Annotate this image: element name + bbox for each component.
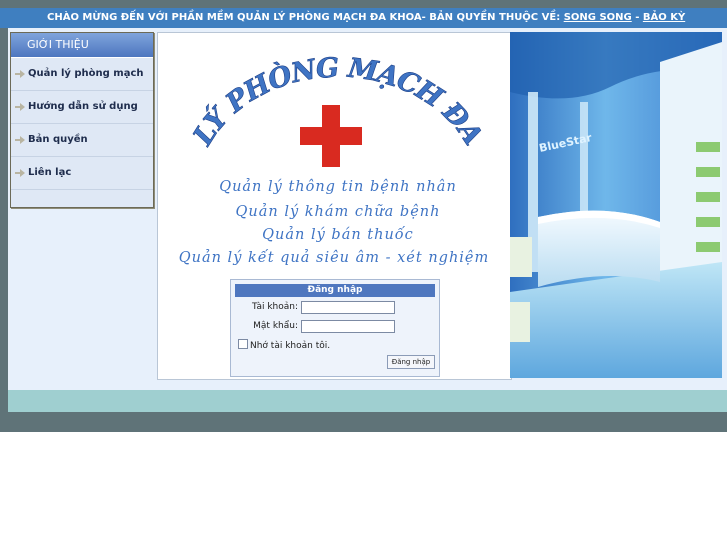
teal-strip [8,390,727,412]
arrow-right-icon [15,136,25,144]
top-border [0,0,727,8]
red-cross-icon [300,105,362,167]
link-separator: - [631,12,643,23]
banner-line-2: Quản lý khám chữa bệnh [236,203,441,220]
login-form: Đăng nhập Tài khoản: Mật khẩu: Nhớ tài k… [230,279,440,377]
sidebar-title: GIỚI THIỆU [11,33,153,58]
footer-bar [0,412,727,432]
sidebar-item-label: Quản lý phòng mạch [28,68,144,79]
arrow-right-icon [15,169,25,177]
clinic-photo: BlueStar [510,32,722,378]
banner-line-1: Quản lý thông tin bệnh nhân [219,178,457,195]
header-bar: CHÀO MỪNG ĐẾN VỚI PHẦN MỀM QUẢN LÝ PHÒNG… [0,8,727,28]
login-button[interactable]: Đăng nhập [387,355,435,369]
song-song-link[interactable]: SONG SONG [564,12,632,23]
checkbox-icon [238,339,248,349]
sidebar-item-label: Hướng dẫn sử dụng [28,101,138,112]
welcome-message: CHÀO MỪNG ĐẾN VỚI PHẦN MỀM QUẢN LÝ PHÒNG… [47,8,685,28]
bao-ky-link[interactable]: BẢO KỲ [643,12,685,23]
left-frame [0,28,8,432]
welcome-text: CHÀO MỪNG ĐẾN VỚI PHẦN MỀM QUẢN LÝ PHÒNG… [47,12,561,23]
sidebar-menu: GIỚI THIỆU Quản lý phòng mạch Hướng dẫn … [10,32,154,208]
banner-line-4: Quản lý kết quả siêu âm - xét nghiệm [179,249,490,266]
sidebar-item-ban-quyen[interactable]: Bản quyền [11,124,153,157]
password-label: Mật khẩu: [253,321,298,331]
reception-image: BlueStar [510,32,722,378]
sidebar-item-label: Liên lạc [28,167,72,178]
sidebar-item-quan-ly-phong-mach[interactable]: Quản lý phòng mạch [11,58,153,91]
remember-me-checkbox[interactable]: Nhớ tài khoản tôi. [238,339,330,351]
sidebar-item-huong-dan-su-dung[interactable]: Hướng dẫn sử dụng [11,91,153,124]
username-input[interactable] [301,301,395,314]
sidebar-item-label: Bản quyền [28,134,88,145]
sidebar-item-lien-lac[interactable]: Liên lạc [11,157,153,190]
password-input[interactable] [301,320,395,333]
banner-line-3: Quản lý bán thuốc [262,226,414,243]
arrow-right-icon [15,103,25,111]
login-title: Đăng nhập [235,284,435,297]
username-label: Tài khoản: [252,302,298,312]
arrow-right-icon [15,70,25,78]
remember-me-label: Nhớ tài khoản tôi. [250,341,331,351]
